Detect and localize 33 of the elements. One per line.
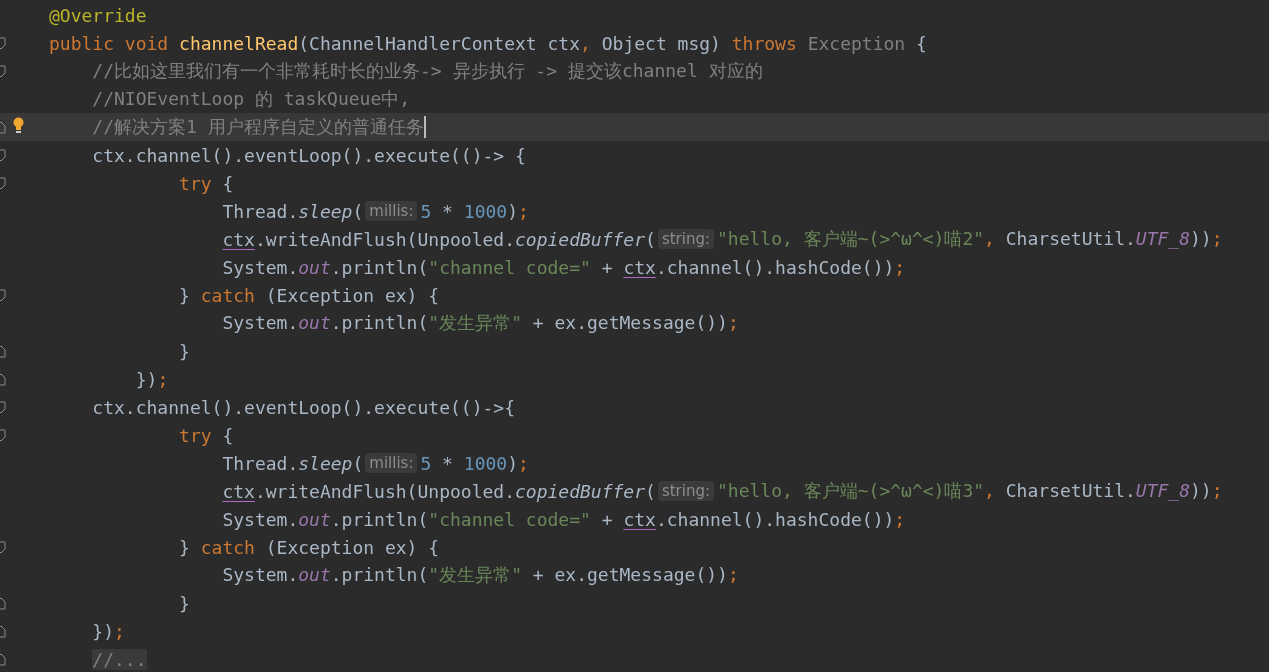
code-text: //解决方案1 用户程序自定义的普通任务 <box>91 115 424 139</box>
code-text: ctx.writeAndFlush(Unpooled.copiedBuffer( <box>221 480 656 502</box>
code-text: ctx.writeAndFlush(Unpooled.copiedBuffer( <box>221 228 656 250</box>
parameter-hint: string: <box>657 229 714 249</box>
code-text: "hello, 客户端~(>^ω^<)喵3", CharsetUtil.UTF_8)); <box>717 479 1223 503</box>
code-text: "hello, 客户端~(>^ω^<)喵2", CharsetUtil.UTF_8)); <box>717 227 1223 251</box>
code-text: System.out.println("channel code=" + ctx.channel().hashCode()); <box>221 256 906 278</box>
code-text: System.out.println("发生异常" + ex.getMessage()); <box>221 311 739 335</box>
code-text: Thread.sleep( <box>221 200 364 222</box>
code-text: 5 * 1000); <box>420 200 529 222</box>
code-text: } <box>178 340 190 362</box>
code-text: try { <box>178 172 234 194</box>
parameter-hint: millis: <box>365 201 418 221</box>
parameter-hint: string: <box>657 481 714 501</box>
code-text: } catch (Exception ex) { <box>178 284 440 306</box>
code-text: } <box>178 592 190 614</box>
code-text: //... <box>91 648 147 670</box>
lightbulb-icon[interactable] <box>13 117 24 134</box>
code-text: //NIOEventLoop 的 taskQueue中, <box>91 87 411 111</box>
code-text: Thread.sleep( <box>221 452 364 474</box>
code-text: try { <box>178 424 234 446</box>
code-text: System.out.println("channel code=" + ctx.channel().hashCode()); <box>221 508 906 530</box>
code-text: }); <box>134 368 169 390</box>
code-text: ctx.channel().eventLoop().execute(()-> { <box>91 144 526 166</box>
code-text: 5 * 1000); <box>420 452 529 474</box>
code-text: //比如这里我们有一个非常耗时长的业务-> 异步执行 -> 提交该channel 对应的 <box>91 59 763 83</box>
code-text: public void channelRead(ChannelHandlerContext ctx, Object msg) throws Exception { <box>49 32 927 54</box>
code-text: } catch (Exception ex) { <box>178 536 440 558</box>
code-text: System.out.println("发生异常" + ex.getMessage()); <box>221 563 739 587</box>
code-text: }); <box>91 620 125 642</box>
code-text: @Override <box>49 4 147 26</box>
parameter-hint: millis: <box>365 453 418 473</box>
code-text: ctx.channel().eventLoop().execute(()->{ <box>91 396 515 418</box>
